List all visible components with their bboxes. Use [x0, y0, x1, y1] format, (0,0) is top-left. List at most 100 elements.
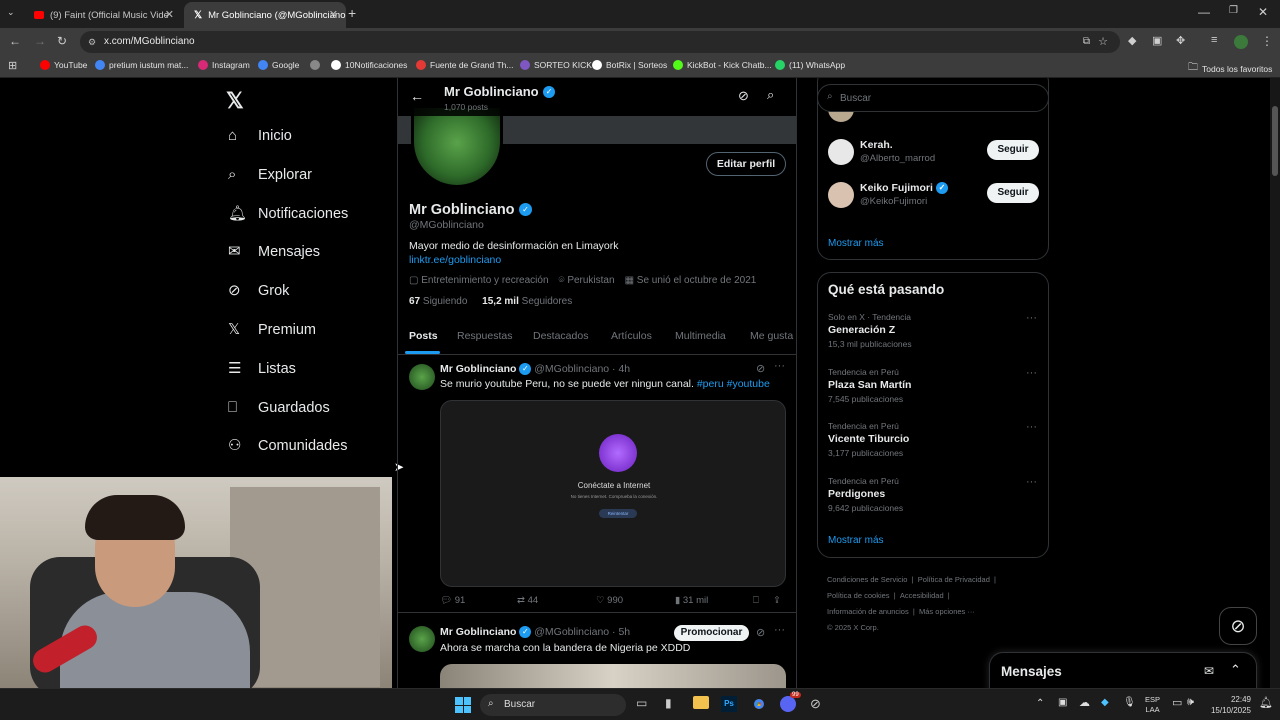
tab-posts[interactable]: Posts: [409, 330, 438, 342]
post-author[interactable]: Mr Goblinciano: [440, 626, 516, 638]
app-icon[interactable]: ⊘: [810, 696, 821, 712]
star-icon[interactable]: ☆: [1098, 31, 1108, 53]
post-avatar[interactable]: [409, 626, 435, 652]
tab-respuestas[interactable]: Respuestas: [457, 330, 512, 342]
reply-button[interactable]: 💬︎ 91: [440, 595, 465, 606]
bookmark-item[interactable]: Google: [258, 60, 299, 70]
nav-item-guardados[interactable]: ⎕ Guardados: [228, 399, 330, 416]
repost-button[interactable]: ⇄ 44: [517, 595, 538, 606]
bookmark-icon[interactable]: ⎕: [753, 595, 759, 606]
nav-item-mensajes[interactable]: ✉ Mensajes: [228, 244, 320, 261]
post[interactable]: Mr Goblinciano ✓ @MGoblinciano · 4h ⊘ ··…: [398, 355, 796, 613]
reload-icon[interactable]: ↻: [57, 34, 67, 48]
trend-item[interactable]: Tendencia en Perú Plaza San Martín 7,545 p…: [828, 367, 1040, 415]
grok-floating-button[interactable]: ⊘: [1219, 607, 1257, 645]
back-icon[interactable]: ←: [9, 34, 21, 48]
post[interactable]: Mr Goblinciano ✓ @MGoblinciano · 5h Prom…: [398, 614, 796, 688]
nav-item-comunidades[interactable]: ⚇ Comunidades: [228, 438, 347, 455]
install-icon[interactable]: ⧉: [1083, 31, 1090, 53]
footer-link[interactable]: Información de anuncios: [827, 607, 909, 616]
post-author[interactable]: Mr Goblinciano: [440, 363, 516, 375]
tab-megusta[interactable]: Me gusta: [750, 330, 793, 342]
profile-avatar-icon[interactable]: [1234, 35, 1248, 49]
messages-drawer[interactable]: Mensajes ✉ ⌃: [989, 652, 1257, 688]
retry-button[interactable]: Reintentar: [599, 509, 637, 518]
trend-item[interactable]: Solo en X · Tendencia Generación Z 15,3 mi…: [828, 312, 1040, 360]
avatar[interactable]: [828, 182, 854, 208]
discord-icon[interactable]: [780, 696, 796, 712]
trend-item[interactable]: Tendencia en Perú Perdigones 9,642 publica…: [828, 476, 1040, 524]
follow-button[interactable]: Seguir: [987, 183, 1039, 203]
tray-icon[interactable]: ▣: [1058, 697, 1067, 708]
language-indicator[interactable]: ESP LAA: [1145, 695, 1160, 715]
menu-icon[interactable]: ⋮: [1261, 34, 1273, 48]
followers-link[interactable]: 15,2 mil Seguidores: [482, 296, 572, 307]
tray-icon[interactable]: 🎙︎: [1123, 697, 1136, 708]
apps-grid-icon[interactable]: ⊞: [8, 59, 17, 72]
suggestion-name[interactable]: Kerah.: [860, 139, 893, 151]
tab-artculos[interactable]: Artículos: [611, 330, 652, 342]
more-icon[interactable]: ···: [1026, 367, 1037, 379]
post-media[interactable]: [440, 664, 786, 688]
post-media[interactable]: Conéctate a Internet No tienes Internet.…: [440, 400, 786, 587]
bookmark-item[interactable]: Fuente de Grand Th...: [416, 60, 513, 70]
profile-avatar[interactable]: [411, 108, 503, 188]
tab-destacados[interactable]: Destacados: [533, 330, 588, 342]
bookmark-item[interactable]: SORTEO KICK: [520, 60, 592, 70]
collapse-icon[interactable]: ⌃: [1230, 662, 1241, 678]
bookmark-item[interactable]: KickBot - Kick Chatb...: [673, 60, 772, 70]
network-icon[interactable]: ▭: [1172, 696, 1182, 709]
bookmark-item[interactable]: 10Notificaciones: [331, 60, 407, 70]
footer-link[interactable]: Política de cookies: [827, 591, 890, 600]
footer-link[interactable]: Más opciones ···: [919, 607, 975, 616]
share-icon[interactable]: ⇪: [773, 595, 781, 606]
nav-item-premium[interactable]: 𝕏 Premium: [228, 322, 316, 339]
more-icon[interactable]: ···: [774, 360, 785, 372]
more-icon[interactable]: ···: [1026, 312, 1037, 324]
site-info-icon[interactable]: ⚙: [88, 31, 96, 53]
nav-item-explorar[interactable]: ⌕ Explorar: [228, 166, 312, 183]
tab-x-profile[interactable]: 𝕏 Mr Goblinciano (@MGoblinciano ✕: [184, 2, 346, 28]
taskbar-search[interactable]: ⌕ Buscar: [480, 694, 626, 716]
media-icon[interactable]: ≡: [1211, 34, 1217, 46]
bookmark-item[interactable]: BotRix | Sorteos: [592, 60, 667, 70]
show-more-link[interactable]: Mostrar más: [828, 238, 884, 249]
omnibox[interactable]: ⚙ x.com/MGoblinciano ⧉ ☆: [80, 31, 1120, 53]
forward-icon[interactable]: →: [34, 34, 46, 48]
bookmark-item[interactable]: (11) WhatsApp: [775, 60, 845, 70]
nav-item-inicio[interactable]: ⌂ Inicio: [228, 128, 292, 145]
views-button[interactable]: ▮ 31 mil: [675, 595, 708, 606]
trend-item[interactable]: Tendencia en Perú Vicente Tiburcio 3,177 p…: [828, 421, 1040, 469]
grok-icon[interactable]: ⊘: [756, 362, 765, 375]
tab-search-icon[interactable]: ⌄: [7, 7, 15, 18]
task-view-icon[interactable]: ▭: [636, 696, 647, 710]
start-icon[interactable]: [455, 697, 471, 713]
grok-icon[interactable]: ⊘: [738, 88, 749, 104]
more-icon[interactable]: ···: [1026, 421, 1037, 433]
tray-icon[interactable]: ◆: [1101, 697, 1109, 708]
notifications-icon[interactable]: 🔔︎: [1259, 696, 1273, 709]
cloud-icon[interactable]: ☁: [1079, 696, 1090, 709]
more-icon[interactable]: ···: [1026, 476, 1037, 488]
profile-link[interactable]: linktr.ee/goblinciano: [409, 254, 501, 266]
x-logo-icon[interactable]: 𝕏: [226, 88, 244, 114]
file-explorer-icon[interactable]: [693, 696, 709, 709]
footer-link[interactable]: Política de Privacidad: [918, 575, 990, 584]
bookmark-item[interactable]: YouTube: [40, 60, 87, 70]
search-icon[interactable]: ⌕: [767, 87, 774, 103]
bookmark-item[interactable]: pretium iustum mat...: [95, 60, 188, 70]
all-bookmarks[interactable]: 🗀 Todos los favoritos: [1188, 60, 1272, 77]
chrome-icon[interactable]: [751, 696, 767, 712]
window-close-icon[interactable]: ✕: [1258, 5, 1268, 19]
scrollbar-thumb[interactable]: [1272, 106, 1278, 176]
post-hashtags[interactable]: #peru #youtube: [697, 378, 770, 390]
footer-link[interactable]: Accesibilidad: [900, 591, 944, 600]
restore-icon[interactable]: ❐: [1229, 5, 1238, 16]
follow-suggestion[interactable]: Keiko Fujimori ✓ @KeikoFujimori Seguir: [818, 178, 1048, 218]
follow-button[interactable]: Seguir: [987, 140, 1039, 160]
show-more-link[interactable]: Mostrar más: [828, 535, 884, 546]
suggestion-name[interactable]: Keiko Fujimori: [860, 182, 933, 194]
volume-icon[interactable]: 🕪︎: [1187, 696, 1194, 709]
new-message-icon[interactable]: ✉: [1204, 664, 1214, 678]
tray-chevron-icon[interactable]: ⌃: [1036, 698, 1044, 709]
